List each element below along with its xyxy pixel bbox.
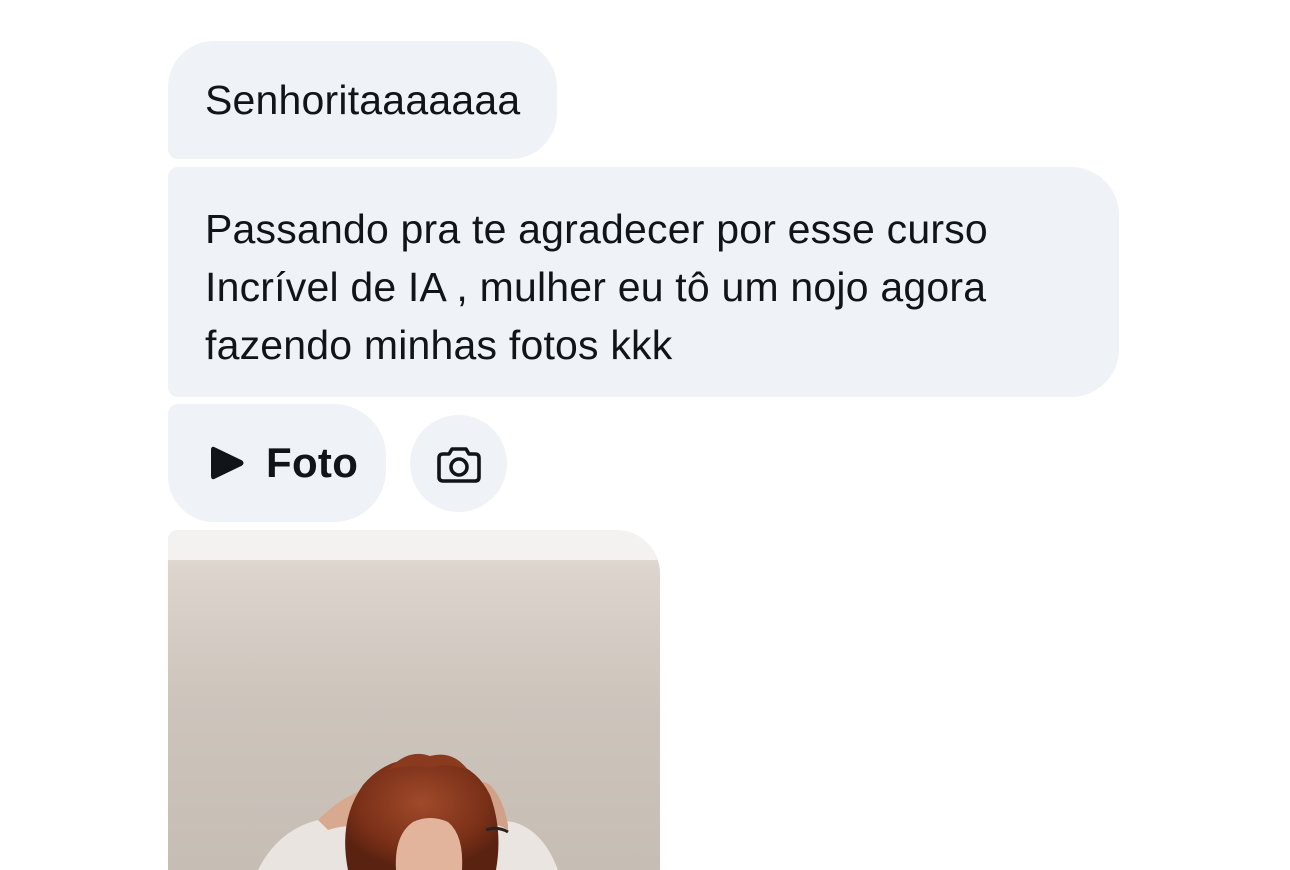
camera-icon bbox=[436, 446, 481, 483]
camera-button[interactable] bbox=[410, 415, 507, 512]
message-text-line: Passando pra te agradecer por esse curso bbox=[205, 206, 988, 252]
photo-image bbox=[168, 530, 660, 870]
photo-label: Foto bbox=[266, 439, 359, 486]
message-text: Senhoritaaaaaaa bbox=[205, 76, 521, 123]
play-icon bbox=[211, 446, 244, 480]
message-text-line: fazendo minhas fotos kkk bbox=[205, 322, 673, 368]
view-once-photo-button[interactable]: Foto bbox=[168, 404, 386, 522]
message-text-line: Incrível de IA , mulher eu tô um nojo ag… bbox=[205, 264, 987, 310]
message-bubble-greeting[interactable]: Senhoritaaaaaaa bbox=[168, 41, 558, 159]
message-bubble-thanks[interactable]: Passando pra te agradecer por esse curso… bbox=[168, 167, 1119, 397]
shared-photo[interactable] bbox=[168, 530, 660, 870]
